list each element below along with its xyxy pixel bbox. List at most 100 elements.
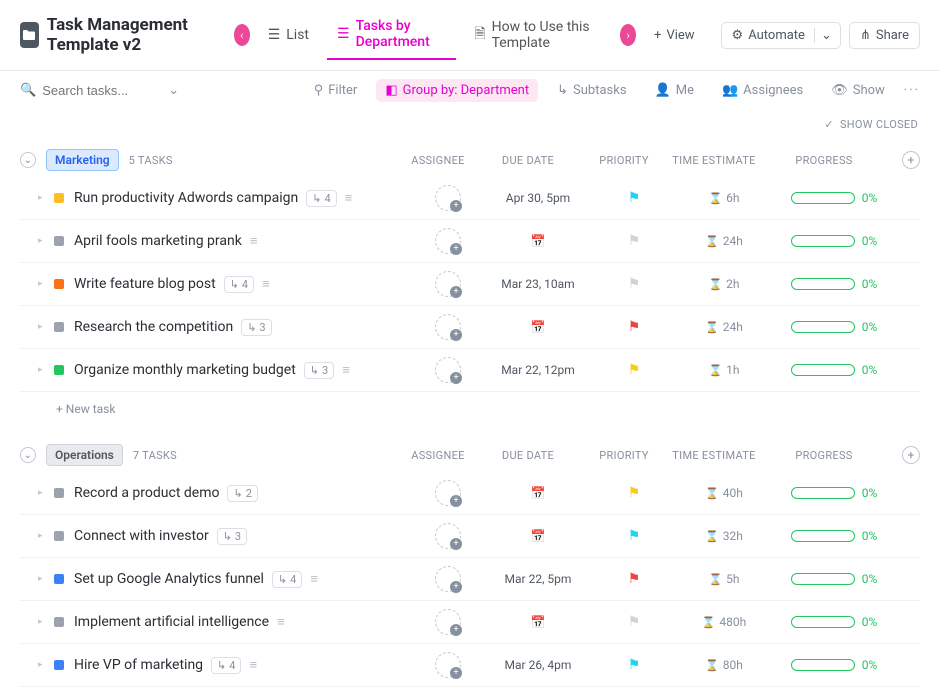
time-estimate[interactable]: 24h [705, 320, 743, 334]
assignee-add-button[interactable] [435, 314, 461, 340]
due-date[interactable]: Mar 26, 4pm [505, 658, 572, 672]
group-name-badge[interactable]: Operations [46, 444, 123, 466]
share-button[interactable]: ⋔Share [849, 22, 920, 49]
time-estimate[interactable]: 5h [708, 572, 739, 586]
subtask-badge[interactable]: ↳4 [224, 276, 254, 293]
progress[interactable]: 0% [772, 658, 896, 672]
priority-flag-icon[interactable]: ⚑ [628, 528, 641, 544]
group-name-badge[interactable]: Marketing [46, 149, 119, 171]
expand-icon[interactable]: ▸ [38, 660, 48, 670]
priority-flag-icon[interactable]: ⚑ [628, 657, 641, 673]
task-row[interactable]: ▸ Run productivity Adwords campaign ↳4 ≡… [20, 177, 920, 220]
col-time-estimate[interactable]: TIME ESTIMATE [666, 154, 762, 167]
status-square[interactable] [54, 660, 64, 670]
task-row[interactable]: ▸ Implement artificial intelligence ≡ 📅 … [20, 601, 920, 644]
status-square[interactable] [54, 236, 64, 246]
chevron-down-icon[interactable]: ⌄ [168, 83, 179, 98]
task-row[interactable]: ▸ Connect with investor ↳3 📅 ⚑ 32h 0% [20, 515, 920, 558]
due-date-empty-icon[interactable]: 📅 [531, 486, 546, 500]
status-square[interactable] [54, 574, 64, 584]
status-square[interactable] [54, 322, 64, 332]
col-time-estimate[interactable]: TIME ESTIMATE [666, 449, 762, 462]
task-row[interactable]: ▸ Research the competition ↳3 📅 ⚑ 24h 0% [20, 306, 920, 349]
status-square[interactable] [54, 279, 64, 289]
group-by-button[interactable]: ◧Group by: Department [376, 79, 538, 102]
assignee-add-button[interactable] [435, 523, 461, 549]
task-row[interactable]: ▸ April fools marketing prank ≡ 📅 ⚑ 24h … [20, 220, 920, 263]
task-title[interactable]: April fools marketing prank [74, 233, 242, 249]
subtasks-button[interactable]: ↳Subtasks [548, 79, 635, 102]
col-priority[interactable]: PRIORITY [582, 449, 666, 462]
due-date-empty-icon[interactable]: 📅 [531, 615, 546, 629]
progress[interactable]: 0% [772, 615, 896, 629]
expand-icon[interactable]: ▸ [38, 322, 48, 332]
priority-flag-icon[interactable]: ⚑ [628, 319, 641, 335]
assignee-add-button[interactable] [435, 652, 461, 678]
nav-prev-button[interactable] [234, 24, 250, 46]
expand-icon[interactable]: ▸ [38, 193, 48, 203]
filter-button[interactable]: ⚲Filter [305, 79, 367, 102]
expand-icon[interactable]: ▸ [38, 236, 48, 246]
subtask-badge[interactable]: ↳2 [227, 485, 257, 502]
progress[interactable]: 0% [772, 363, 896, 377]
priority-flag-icon[interactable]: ⚑ [628, 362, 641, 378]
time-estimate[interactable]: 32h [705, 529, 743, 543]
priority-flag-icon[interactable]: ⚑ [628, 276, 641, 292]
status-square[interactable] [54, 488, 64, 498]
expand-icon[interactable]: ▸ [38, 365, 48, 375]
description-icon[interactable]: ≡ [277, 614, 285, 630]
more-button[interactable]: ··· [904, 83, 920, 98]
description-icon[interactable]: ≡ [345, 190, 353, 206]
tab-list[interactable]: ☰List [258, 19, 319, 51]
due-date[interactable]: Apr 30, 5pm [506, 191, 570, 205]
task-title[interactable]: Implement artificial intelligence [74, 614, 269, 630]
task-row[interactable]: ▸ Record a product demo ↳2 📅 ⚑ 40h 0% [20, 472, 920, 515]
task-title[interactable]: Record a product demo [74, 485, 219, 501]
status-square[interactable] [54, 365, 64, 375]
assignee-add-button[interactable] [435, 228, 461, 254]
nav-next-button[interactable] [620, 24, 636, 46]
task-title[interactable]: Run productivity Adwords campaign [74, 190, 298, 206]
progress[interactable]: 0% [772, 529, 896, 543]
time-estimate[interactable]: 480h [702, 615, 747, 629]
expand-icon[interactable]: ▸ [38, 279, 48, 289]
subtask-badge[interactable]: ↳3 [241, 319, 271, 336]
description-icon[interactable]: ≡ [310, 571, 318, 587]
due-date[interactable]: Mar 22, 5pm [505, 572, 572, 586]
task-title[interactable]: Organize monthly marketing budget [74, 362, 296, 378]
add-column-button[interactable]: + [902, 151, 920, 169]
expand-icon[interactable]: ▸ [38, 574, 48, 584]
tab-how-to-use[interactable]: 🗎How to Use this Template [464, 11, 612, 59]
me-button[interactable]: 👤Me [646, 79, 703, 102]
subtask-badge[interactable]: ↳3 [304, 362, 334, 379]
time-estimate[interactable]: 6h [708, 191, 739, 205]
task-title[interactable]: Write feature blog post [74, 276, 216, 292]
task-title[interactable]: Hire VP of marketing [74, 657, 203, 673]
progress[interactable]: 0% [772, 572, 896, 586]
search-input-wrap[interactable]: 🔍 ⌄ [20, 83, 200, 98]
due-date[interactable]: Mar 22, 12pm [501, 363, 575, 377]
expand-icon[interactable]: ▸ [38, 617, 48, 627]
time-estimate[interactable]: 24h [705, 234, 743, 248]
col-progress[interactable]: PROGRESS [762, 449, 886, 462]
progress[interactable]: 0% [772, 234, 896, 248]
progress[interactable]: 0% [772, 320, 896, 334]
col-due-date[interactable]: DUE DATE [474, 449, 582, 462]
due-date-empty-icon[interactable]: 📅 [531, 320, 546, 334]
subtask-badge[interactable]: ↳3 [217, 528, 247, 545]
description-icon[interactable]: ≡ [262, 276, 270, 292]
description-icon[interactable]: ≡ [250, 233, 258, 249]
time-estimate[interactable]: 40h [705, 486, 743, 500]
task-row[interactable]: ▸ Organize monthly marketing budget ↳3 ≡… [20, 349, 920, 392]
col-progress[interactable]: PROGRESS [762, 154, 886, 167]
add-column-button[interactable]: + [902, 446, 920, 464]
chevron-down-icon[interactable]: ⌄ [814, 28, 830, 43]
collapse-button[interactable]: ⌄ [20, 152, 36, 168]
time-estimate[interactable]: 1h [708, 363, 739, 377]
priority-flag-icon[interactable]: ⚑ [628, 190, 641, 206]
assignee-add-button[interactable] [435, 185, 461, 211]
subtask-badge[interactable]: ↳4 [306, 190, 336, 207]
due-date-empty-icon[interactable]: 📅 [531, 529, 546, 543]
description-icon[interactable]: ≡ [342, 362, 350, 378]
progress[interactable]: 0% [772, 191, 896, 205]
